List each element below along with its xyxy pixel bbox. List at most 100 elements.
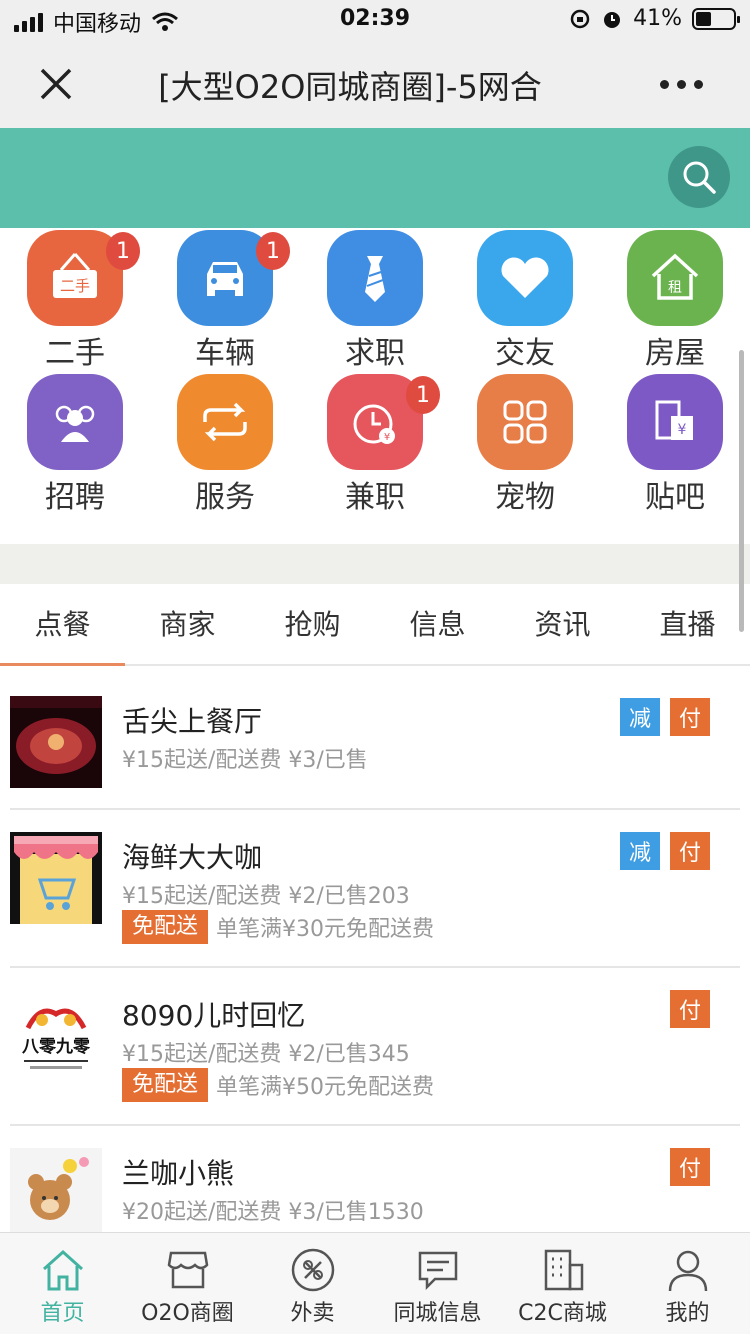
category-fangwu[interactable]: 租 房屋	[600, 228, 750, 371]
building-money-icon: ¥	[655, 400, 693, 440]
swap-icon	[203, 402, 247, 442]
list-item[interactable]: 兰咖小熊 ¥20起送/配送费 ¥3/已售1530 付	[10, 1126, 740, 1232]
nav-home[interactable]: 首页	[0, 1233, 125, 1334]
more-dot-icon	[677, 79, 686, 89]
shop-chips: 减 付	[620, 698, 710, 736]
nav-label: C2C商城	[518, 1301, 607, 1326]
tab-zhibo[interactable]: 直播	[625, 584, 750, 666]
category-label: 车辆	[195, 336, 255, 371]
home-icon	[42, 1249, 84, 1291]
promo-desc: 单笔满¥30元免配送费	[216, 917, 435, 942]
more-dot-icon	[694, 79, 703, 89]
logo-text: 八零九零	[22, 1037, 91, 1057]
search-button[interactable]	[668, 146, 730, 208]
category-label: 求职	[345, 336, 405, 371]
nav-label: 外卖	[290, 1301, 335, 1326]
category-chongwu[interactable]: 宠物	[450, 372, 600, 515]
category-label: 二手	[45, 336, 105, 371]
category-icon-bg: 租	[627, 230, 723, 326]
shop-chips: 付	[670, 1148, 710, 1186]
tie-icon	[365, 256, 385, 302]
tab-xinxi[interactable]: 信息	[375, 584, 500, 666]
grid-icon	[503, 400, 547, 444]
category-fuwu[interactable]: 服务	[150, 372, 300, 515]
category-icon-bg	[327, 230, 423, 326]
shop-name: 海鲜大大咖	[122, 841, 263, 874]
more-menu-button[interactable]	[660, 70, 720, 98]
category-jianzhi[interactable]: ¥ 1 兼职	[300, 372, 450, 515]
shop-meta: ¥20起送/配送费 ¥3/已售1530	[122, 1200, 424, 1225]
house-glyph: 租	[668, 280, 682, 296]
battery-percent: 41%	[633, 6, 682, 31]
tab-qianggou[interactable]: 抢购	[250, 584, 375, 666]
category-ershou[interactable]: 二手 1 二手	[0, 228, 150, 371]
more-dot-icon	[660, 79, 669, 89]
promo-row: 免配送 单笔满¥50元免配送费	[122, 1068, 434, 1102]
category-icon-bg	[477, 230, 573, 326]
category-jiaoyou[interactable]: 交友	[450, 228, 600, 371]
shop-chips: 减 付	[620, 832, 710, 870]
nav-c2c[interactable]: C2C商城	[500, 1233, 625, 1334]
category-icon-bg	[27, 374, 123, 470]
list-item[interactable]: 舌尖上餐厅 ¥15起送/配送费 ¥3/已售 减 付	[10, 668, 740, 810]
status-bar: 中国移动 02:39 41%	[0, 0, 750, 40]
promo-row: 免配送 单笔满¥30元免配送费	[122, 910, 434, 944]
section-divider	[0, 544, 750, 584]
nav-o2o[interactable]: O2O商圈	[125, 1233, 250, 1334]
yen-glyph: ¥	[384, 432, 390, 443]
shop-list: 舌尖上餐厅 ¥15起送/配送费 ¥3/已售 减 付 海鲜大大咖 ¥15起送/配送…	[0, 668, 750, 1232]
close-icon[interactable]	[32, 60, 80, 108]
category-icon-bg	[177, 374, 273, 470]
promo-tag: 免配送	[122, 1068, 209, 1102]
category-grid: 二手 1 二手 1 车辆 求职 交友 租 房屋 招聘 服务 ¥ 1 兼职 宠物 …	[0, 228, 750, 544]
sign-icon: 二手	[53, 253, 97, 298]
shop-meta: ¥15起送/配送费 ¥3/已售	[122, 748, 368, 773]
bottom-nav: 首页 O2O商圈 外卖 同城信息 C2C商城 我的	[0, 1232, 750, 1334]
tab-zixun[interactable]: 资讯	[500, 584, 625, 666]
category-cheliang[interactable]: 1 车辆	[150, 228, 300, 371]
takeout-icon	[291, 1248, 335, 1292]
pay-badge: 付	[670, 1148, 710, 1186]
nav-bar: [大型O2O同城商圈]-5网合	[0, 40, 750, 128]
rotation-lock-icon	[570, 9, 590, 28]
category-label: 贴吧	[645, 480, 705, 515]
discount-badge: 减	[620, 698, 660, 736]
category-label: 招聘	[45, 480, 105, 515]
shop-name: 8090儿时回忆	[122, 999, 306, 1032]
pay-badge: 付	[670, 832, 710, 870]
nav-info[interactable]: 同城信息	[375, 1233, 500, 1334]
category-zhaopin[interactable]: 招聘	[0, 372, 150, 515]
content-tabs: 点餐 商家 抢购 信息 资讯 直播	[0, 584, 750, 666]
building-icon	[544, 1249, 584, 1291]
house-icon: 租	[651, 253, 699, 300]
people-icon	[55, 405, 95, 442]
nav-label: 我的	[665, 1301, 710, 1326]
header-banner	[0, 128, 750, 228]
category-badge: 1	[406, 376, 440, 414]
tab-diancan[interactable]: 点餐	[0, 584, 125, 666]
category-icon-bg	[477, 374, 573, 470]
shop-thumbnail	[10, 832, 102, 924]
promo-tag: 免配送	[122, 910, 209, 944]
alarm-icon	[604, 11, 621, 28]
status-right: 41%	[569, 6, 740, 31]
chat-icon	[418, 1251, 458, 1291]
promo-desc: 单笔满¥50元免配送费	[216, 1075, 435, 1100]
category-label: 兼职	[345, 480, 405, 515]
nav-label: O2O商圈	[141, 1301, 234, 1326]
list-item[interactable]: 八零九零 8090儿时回忆 ¥15起送/配送费 ¥2/已售345 免配送 单笔满…	[10, 968, 740, 1126]
yen-glyph: ¥	[678, 422, 687, 438]
pay-badge: 付	[670, 698, 710, 736]
list-item[interactable]: 海鲜大大咖 ¥15起送/配送费 ¥2/已售203 免配送 单笔满¥30元免配送费…	[10, 810, 740, 968]
nav-me[interactable]: 我的	[625, 1233, 750, 1334]
shop-thumbnail	[10, 1148, 102, 1232]
category-tieba[interactable]: ¥ 贴吧	[600, 372, 750, 515]
shop-meta: ¥15起送/配送费 ¥2/已售345	[122, 1042, 410, 1067]
nav-takeout[interactable]: 外卖	[250, 1233, 375, 1334]
user-icon	[668, 1250, 708, 1292]
sign-text: 二手	[60, 277, 90, 295]
shop-meta: ¥15起送/配送费 ¥2/已售203	[122, 884, 410, 909]
tab-shangjia[interactable]: 商家	[125, 584, 250, 666]
category-qiuzhi[interactable]: 求职	[300, 228, 450, 371]
clock-money-icon: ¥	[353, 404, 395, 444]
